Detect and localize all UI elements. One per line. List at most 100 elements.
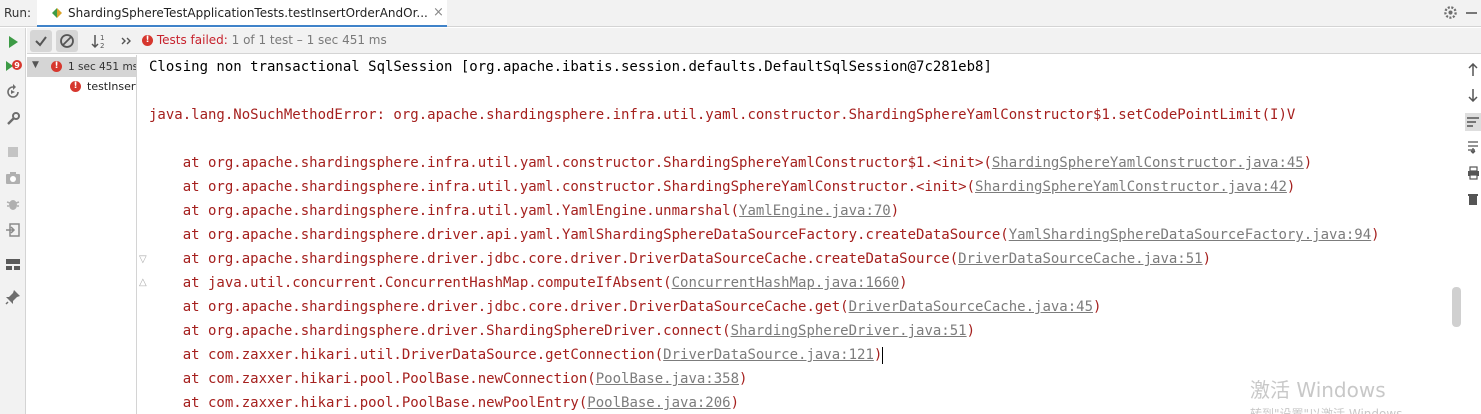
left-toolbar: 9 — [0, 28, 26, 414]
rerun-failed-icon[interactable]: 9 — [5, 59, 22, 75]
gear-icon[interactable] — [1443, 5, 1458, 23]
run-icon[interactable] — [5, 34, 21, 50]
tree-root-row[interactable]: ▼ ! 1 sec 451 ms — [27, 57, 137, 77]
tree-child-row[interactable]: ! testInsertOrderAndOrderItem — [27, 77, 136, 97]
source-link[interactable]: DriverDataSourceCache.java:45 — [849, 299, 1093, 315]
close-tab-icon[interactable]: × — [433, 5, 444, 20]
stack-frame-end: ) — [890, 203, 900, 219]
tree-child-label: testInsertOrderAndOrderItem — [87, 80, 136, 93]
cancel-icon — [60, 34, 74, 48]
stack-frame-end: ) — [1303, 155, 1313, 171]
stack-frame: at org.apache.shardingsphere.driver.api.… — [149, 223, 1380, 247]
watermark-subtitle: 转到"设置"以激活 Windows。 — [1250, 407, 1415, 414]
source-link[interactable]: PoolBase.java:358 — [596, 371, 739, 387]
soft-wrap-icon[interactable] — [1465, 113, 1481, 131]
stack-frame-text: at java.util.concurrent.ConcurrentHashMa… — [149, 275, 672, 291]
toggle-auto-test-icon[interactable] — [5, 84, 21, 100]
chevron-down-icon[interactable]: ▼ — [32, 60, 39, 70]
stack-frame-end: ) — [1286, 179, 1296, 195]
source-link[interactable]: ConcurrentHashMap.java:1660 — [672, 275, 900, 291]
source-link[interactable]: PoolBase.java:206 — [587, 395, 730, 411]
source-link[interactable]: YamlShardingSphereDataSourceFactory.java… — [1009, 227, 1371, 243]
right-toolbar — [1464, 55, 1481, 414]
run-label: Run: — [4, 6, 32, 20]
stack-frame: at org.apache.shardingsphere.infra.util.… — [149, 151, 1312, 175]
stack-frame-text: at org.apache.shardingsphere.infra.util.… — [149, 155, 992, 171]
run-tab[interactable]: ShardingSphereTestApplicationTests.testI… — [37, 0, 447, 27]
sort-button[interactable]: 12 — [89, 30, 111, 52]
check-icon — [35, 36, 47, 47]
stop-icon[interactable] — [5, 144, 21, 160]
fold-icon[interactable]: ▽ — [139, 254, 147, 265]
layout-icon[interactable] — [5, 256, 21, 272]
source-link[interactable]: DriverDataSource.java:121 — [663, 347, 874, 363]
stack-frame-text: at com.zaxxer.hikari.pool.PoolBase.newPo… — [149, 395, 588, 411]
stack-frame-end: ) — [739, 371, 748, 387]
test-config-icon — [51, 6, 63, 23]
run-toolwindow-header: Run: ShardingSphereTestApplicationTests.… — [0, 0, 1481, 27]
stack-frame-text: at com.zaxxer.hikari.pool.PoolBase.newCo… — [149, 371, 596, 387]
expand-button[interactable] — [115, 30, 137, 52]
text-caret — [882, 346, 884, 364]
fold-icon[interactable]: △ — [139, 277, 147, 288]
pin-icon[interactable] — [5, 289, 21, 305]
up-arrow-icon[interactable] — [1467, 62, 1479, 80]
trash-icon[interactable] — [1467, 192, 1479, 209]
show-ignored-button[interactable] — [56, 30, 78, 52]
stack-frame-text: at org.apache.shardingsphere.infra.util.… — [149, 179, 976, 195]
console-line: Closing non transactional SqlSession [or… — [149, 59, 992, 75]
test-toolbar: 12 ! Tests failed: 1 of 1 test – 1 sec 4… — [27, 28, 1481, 54]
source-link[interactable]: ShardingSphereYamlConstructor.java:42 — [975, 179, 1287, 195]
stack-frame: at org.apache.shardingsphere.driver.jdbc… — [149, 247, 1211, 271]
stack-frame: at java.util.concurrent.ConcurrentHashMa… — [149, 271, 908, 295]
minimize-icon[interactable] — [1466, 12, 1477, 14]
stack-frame: at com.zaxxer.hikari.pool.PoolBase.newPo… — [149, 391, 739, 414]
stack-frame-end: ) — [1093, 299, 1102, 315]
source-link[interactable]: DriverDataSourceCache.java:51 — [958, 251, 1202, 267]
stack-frame: at org.apache.shardingsphere.driver.Shar… — [149, 319, 975, 343]
exit-icon[interactable] — [5, 222, 21, 238]
sort-icon: 12 — [91, 34, 104, 50]
console-output[interactable]: Closing non transactional SqlSession [or… — [138, 55, 1464, 414]
stack-frame-end: ) — [1371, 227, 1380, 243]
error-icon: ! — [142, 35, 153, 46]
stack-frame-text: at org.apache.shardingsphere.driver.Shar… — [149, 323, 731, 339]
tree-root-time: 1 sec 451 ms — [68, 61, 137, 73]
status-summary: 1 of 1 test – 1 sec 451 ms — [227, 33, 387, 47]
stack-frame: at org.apache.shardingsphere.driver.jdbc… — [149, 295, 1102, 319]
error-icon: ! — [70, 81, 81, 92]
activation-watermark: 激活 Windows 转到"设置"以激活 Windows。 — [1250, 374, 1414, 414]
stack-frame-text: at org.apache.shardingsphere.driver.api.… — [149, 227, 1009, 243]
exception-line: java.lang.NoSuchMethodError: org.apache.… — [149, 107, 1296, 123]
stack-frame-text: at org.apache.shardingsphere.driver.jdbc… — [149, 299, 849, 315]
watermark-title: 激活 Windows — [1250, 378, 1386, 402]
source-link[interactable]: YamlEngine.java:70 — [739, 203, 891, 219]
test-tree: ▼ ! 1 sec 451 ms ! testInsertOrderAndOrd… — [27, 55, 137, 414]
stack-frame-text: at org.apache.shardingsphere.infra.util.… — [149, 203, 740, 219]
scroll-to-end-icon[interactable] — [1467, 140, 1479, 157]
rerun-badge-count: 9 — [14, 61, 20, 70]
camera-icon[interactable] — [5, 170, 21, 186]
stack-frame: at org.apache.shardingsphere.infra.util.… — [149, 175, 1296, 199]
error-icon: ! — [51, 61, 62, 72]
source-link[interactable]: ShardingSphereDriver.java:51 — [731, 323, 967, 339]
stack-frame-end: ) — [899, 275, 908, 291]
stack-frame-end: ) — [730, 395, 740, 411]
console-scrollbar[interactable] — [1452, 287, 1461, 327]
down-arrow-icon[interactable] — [1467, 88, 1479, 105]
stack-frame-text: at com.zaxxer.hikari.util.DriverDataSour… — [149, 347, 664, 363]
show-passed-button[interactable] — [30, 30, 52, 52]
stack-frame-end: ) — [1202, 251, 1212, 267]
debug-icon[interactable] — [5, 196, 21, 212]
status-failed-label: Tests failed: — [156, 33, 228, 47]
stack-frame-text: at org.apache.shardingsphere.driver.jdbc… — [149, 251, 959, 267]
svg-text:2: 2 — [100, 42, 104, 50]
run-tab-title: ShardingSphereTestApplicationTests.testI… — [68, 6, 428, 20]
print-icon[interactable] — [1467, 166, 1480, 183]
settings-icon[interactable] — [5, 111, 21, 127]
stack-frame: at com.zaxxer.hikari.pool.PoolBase.newCo… — [149, 367, 748, 391]
source-link[interactable]: ShardingSphereYamlConstructor.java:45 — [992, 155, 1304, 171]
stack-frame: at com.zaxxer.hikari.util.DriverDataSour… — [149, 343, 884, 367]
stack-frame: at org.apache.shardingsphere.infra.util.… — [149, 199, 899, 223]
test-status: ! Tests failed: 1 of 1 test – 1 sec 451 … — [142, 33, 387, 47]
